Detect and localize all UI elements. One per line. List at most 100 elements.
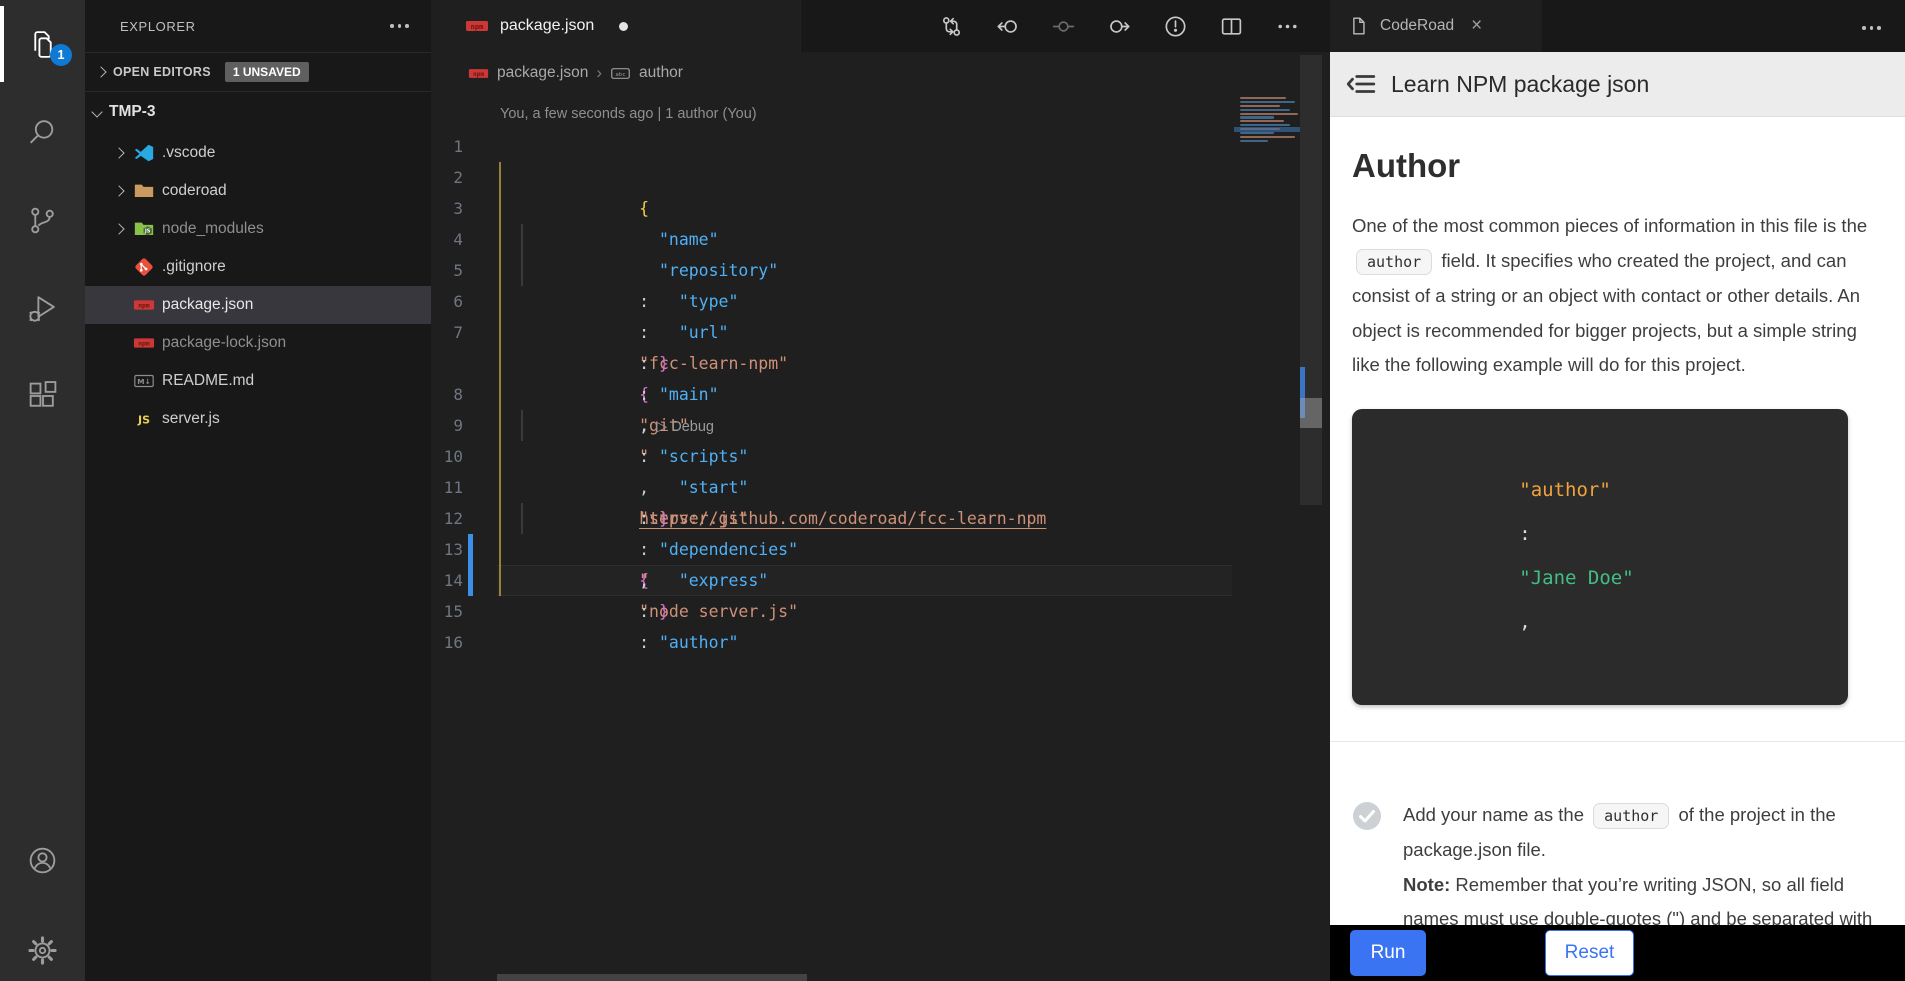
run-status-icon[interactable] [1163,14,1188,39]
tab-package-json[interactable]: package.json [431,0,801,52]
more-actions-icon[interactable] [1854,22,1885,34]
line-number[interactable]: 10 [431,441,463,472]
tab-label: package.json [500,17,594,35]
git-compare-icon[interactable] [939,14,964,39]
example-code-block: "author" : "Jane Doe" , [1352,409,1848,705]
code-line[interactable]: ▷ Debug [431,348,1234,379]
lesson-content: Author One of the most common pieces of … [1330,147,1905,925]
file-name: node_modules [162,220,264,238]
tab-label: CodeRoad [1380,17,1454,35]
line-number[interactable]: 8 [431,379,463,410]
tutorial-header: Learn NPM package json [1330,52,1905,117]
code-line[interactable]: 7 "main" : "server.js" , [431,317,1234,348]
code-line[interactable]: 6 } , [431,286,1234,317]
code-line[interactable]: 4 "type" : "git" , [431,224,1234,255]
vertical-scrollbar[interactable] [1300,55,1322,505]
line-number[interactable]: 15 [431,596,463,627]
editor-group: package.json [431,0,1330,981]
file-row-readme-md[interactable]: README.md [85,362,431,400]
code-line[interactable]: 3 "repository" : { [431,193,1234,224]
line-number[interactable]: 14 [431,565,463,596]
activity-item-settings[interactable] [0,905,85,981]
reset-button[interactable]: Reset [1545,930,1634,976]
code-line[interactable]: 5 "url" : " https://github.com/coderoad/… [431,255,1234,286]
file-type-icon [133,332,155,354]
code-line[interactable]: 11 "dependencies" : { [431,472,1234,503]
modified-gutter-marker [468,224,473,255]
activity-icon [26,204,59,237]
task-text: Add your name as the author of the proje… [1403,798,1887,926]
modified-gutter-marker [468,255,473,286]
minimap[interactable] [1234,0,1300,981]
file-row-coderoad[interactable]: coderoad [85,172,431,210]
line-number[interactable]: 16 [431,627,463,658]
code-line[interactable]: 8 "scripts" : { [431,379,1234,410]
line-number[interactable]: 12 [431,503,463,534]
activity-item-source-control[interactable] [0,176,85,264]
modified-gutter-marker [468,410,473,441]
line-number[interactable]: 4 [431,224,463,255]
code-line[interactable]: 1 { [431,131,1234,162]
line-number[interactable]: 7 [431,317,463,348]
file-row-gitignore[interactable]: .gitignore [85,248,431,286]
file-type-icon [133,370,155,392]
coderoad-webview: Learn NPM package json Author One of the… [1330,52,1905,925]
activity-item-account[interactable] [0,815,85,905]
modified-gutter-marker [468,379,473,410]
breadcrumb-file[interactable]: package.json [497,64,588,82]
file-row-package-lock-json[interactable]: package-lock.json [85,324,431,362]
task-segment: author [1593,803,1669,829]
activity-item-explorer[interactable]: 1 [0,0,85,88]
check-circle-icon [1352,801,1382,831]
activity-item-search[interactable] [0,88,85,176]
activity-item-run-debug[interactable] [0,264,85,352]
activity-item-extensions[interactable] [0,352,85,440]
line-number[interactable]: 2 [431,162,463,193]
code-line[interactable]: 15 } [431,596,1234,627]
folder-root-tmp-3[interactable]: TMP-3 [85,92,431,132]
nav-forward-icon[interactable] [1107,14,1132,39]
modified-gutter-marker [468,131,473,162]
line-number[interactable]: 3 [431,193,463,224]
line-number[interactable]: 9 [431,410,463,441]
collapse-menu-icon[interactable] [1345,68,1377,100]
tab-coderoad[interactable]: CodeRoad × [1330,0,1542,52]
panel-tab-bar: CodeRoad × [1330,0,1905,52]
nav-back-icon[interactable] [995,14,1020,39]
open-editors-section[interactable]: OPEN EDITORS 1 UNSAVED [85,52,431,92]
code-line[interactable]: 16 [431,627,1234,658]
chevron-right-icon [112,187,126,195]
code-editor[interactable]: 1 { 2 "name" : [431,131,1234,658]
line-number[interactable]: 1 [431,131,463,162]
activity-bar: 1 [0,0,85,981]
close-icon[interactable]: × [1471,15,1482,37]
code-line[interactable]: 13 } , [431,534,1234,565]
run-button[interactable]: Run [1350,930,1426,976]
file-row-package-json[interactable]: package.json [85,286,431,324]
file-row-vscode[interactable]: .vscode [85,134,431,172]
file-row-server-js[interactable]: server.js [85,400,431,438]
paragraph-segment: author [1356,249,1432,275]
minimap-code [1240,97,1298,144]
code-line[interactable]: 12 "express" : "^4.17.0" [431,503,1234,534]
file-row-node-modules[interactable]: node_modules [85,210,431,248]
modified-gutter-marker [468,162,473,193]
file-type-icon [133,180,155,202]
breakpoint-icon[interactable] [1051,14,1076,39]
line-number[interactable]: 13 [431,534,463,565]
line-number[interactable]: 11 [431,472,463,503]
code-line[interactable]: 10 } , [431,441,1234,472]
line-number[interactable]: 5 [431,255,463,286]
breadcrumb-symbol[interactable]: author [639,64,683,82]
task-segment: Remember that you’re writing JSON, so al… [1403,874,1872,926]
more-actions-icon[interactable] [382,20,413,32]
horizontal-scrollbar[interactable] [497,974,807,981]
line-number[interactable]: 6 [431,286,463,317]
activity-icon [26,292,59,325]
code-line[interactable]: 2 "name" : "fcc-learn-npm" , [431,162,1234,193]
code-line[interactable]: 14 "author" : "you!" You, a few seconds … [431,565,1234,596]
tutorial-title: Learn NPM package json [1391,71,1649,98]
npm-icon [465,14,489,38]
code-line[interactable]: 9 "start" : "node server.js" [431,410,1234,441]
file-name: coderoad [162,182,227,200]
